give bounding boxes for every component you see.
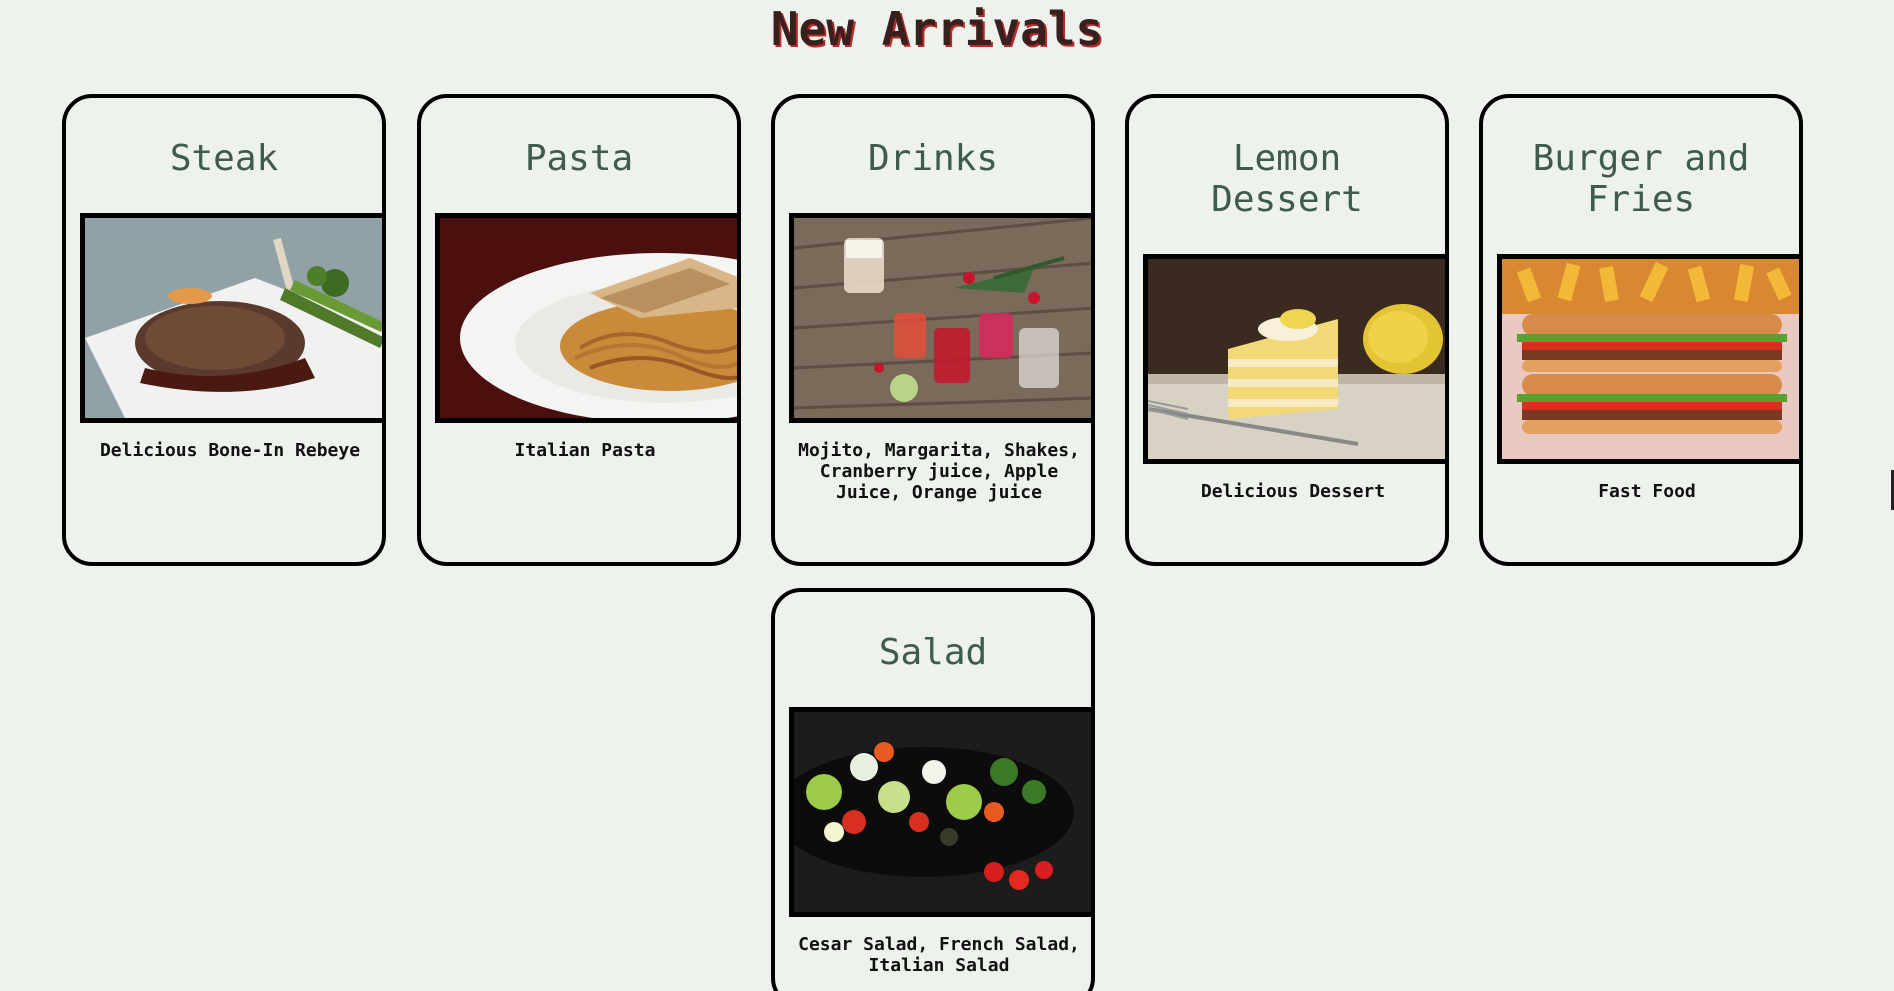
card-title: Salad	[878, 632, 988, 673]
menu-card-lemon-dessert[interactable]: Lemon Dessert Delicious Dessert	[1125, 94, 1449, 566]
salad-photo	[789, 707, 1091, 917]
card-description: Delicious Bone-In Rebeye	[99, 440, 361, 461]
card-description: Mojito, Margarita, Shakes, Cranberry jui…	[798, 440, 1080, 503]
pasta-photo	[435, 213, 737, 423]
card-description: Italian Pasta	[514, 440, 656, 461]
card-title: Pasta	[524, 138, 634, 179]
card-title: Drinks	[867, 138, 999, 179]
lemon-cake-photo	[1143, 254, 1445, 464]
steak-photo	[80, 213, 382, 423]
menu-card-salad[interactable]: Salad Cesar Salad, French Salad, Italian…	[771, 588, 1095, 991]
burger-photo	[1497, 254, 1799, 464]
drinks-photo	[789, 213, 1091, 423]
card-title: Steak	[169, 138, 279, 179]
card-title: Burger and Fries	[1532, 138, 1750, 220]
menu-card-pasta[interactable]: Pasta Italian Pasta	[417, 94, 741, 566]
menu-card-steak[interactable]: Steak Delicious Bone-In Rebeye	[62, 94, 386, 566]
card-description: Delicious Dessert	[1200, 481, 1386, 502]
menu-card-burger-and-fries[interactable]: Burger and Fries Fast Food	[1479, 94, 1803, 566]
card-description: Fast Food	[1598, 481, 1696, 502]
page-title: New Arrivals	[770, 2, 1104, 56]
menu-card-drinks[interactable]: Drinks Mojito, Margarita, Shakes, Cranbe…	[771, 94, 1095, 566]
card-title: Lemon Dessert	[1211, 138, 1363, 220]
card-description: Cesar Salad, French Salad, Italian Salad	[798, 934, 1080, 976]
